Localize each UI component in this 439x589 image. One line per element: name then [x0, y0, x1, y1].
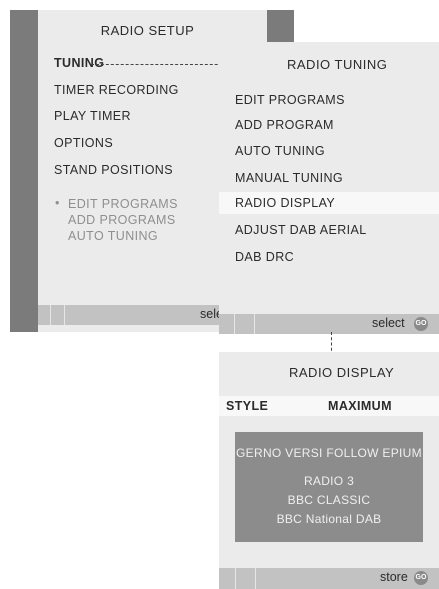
- preview-line-3: BBC CLASSIC: [287, 493, 371, 507]
- radio-tuning-title: RADIO TUNING: [287, 57, 388, 72]
- radio-tuning-select-label[interactable]: select: [372, 316, 405, 330]
- tuning-item-add-program[interactable]: ADD PROGRAM: [235, 118, 334, 132]
- status-divider: [50, 305, 51, 325]
- radio-setup-left-edge: [10, 10, 38, 332]
- radio-display-status-bar: store GO: [219, 568, 439, 589]
- radio-display-panel: RADIO DISPLAY STYLE MAXIMUM GERNO VERSI …: [219, 352, 439, 589]
- status-divider: [64, 305, 65, 325]
- submenu-bullet: •: [55, 196, 60, 210]
- submenu-item-add-programs: ADD PROGRAMS: [68, 213, 176, 227]
- preview-line-1: GERNO VERSI FOLLOW EPIUM: [236, 446, 422, 460]
- tuning-item-auto-tuning[interactable]: AUTO TUNING: [235, 144, 325, 158]
- menu-item-tuning[interactable]: TUNING: [54, 56, 104, 70]
- radio-tuning-panel: RADIO TUNING EDIT PROGRAMS ADD PROGRAM A…: [219, 42, 439, 334]
- submenu-item-edit-programs: EDIT PROGRAMS: [68, 197, 178, 211]
- submenu-item-auto-tuning: AUTO TUNING: [68, 229, 159, 243]
- tuning-item-adjust-dab-aerial[interactable]: ADJUST DAB AERIAL: [235, 223, 367, 237]
- go-icon[interactable]: GO: [414, 571, 428, 585]
- status-divider: [235, 568, 236, 589]
- style-value[interactable]: MAXIMUM: [328, 399, 392, 413]
- radio-display-title: RADIO DISPLAY: [289, 365, 395, 380]
- radio-display-preview: GERNO VERSI FOLLOW EPIUM RADIO 3 BBC CLA…: [235, 432, 423, 542]
- status-divider: [255, 568, 256, 589]
- status-divider: [254, 314, 255, 334]
- radio-tuning-status-bar: select GO: [219, 314, 439, 334]
- style-label: STYLE: [226, 399, 269, 413]
- status-divider: [234, 314, 235, 334]
- radio-display-store-label[interactable]: store: [380, 570, 408, 584]
- tuning-item-edit-programs[interactable]: EDIT PROGRAMS: [235, 93, 345, 107]
- tuning-item-radio-display[interactable]: RADIO DISPLAY: [235, 196, 335, 210]
- menu-item-timer-recording[interactable]: TIMER RECORDING: [54, 83, 179, 97]
- tuning-item-dab-drc[interactable]: DAB DRC: [235, 250, 294, 264]
- radio-setup-title: RADIO SETUP: [100, 23, 195, 38]
- tuning-item-manual-tuning[interactable]: MANUAL TUNING: [235, 171, 343, 185]
- preview-line-4: BBC National DAB: [276, 512, 382, 526]
- preview-line-2: RADIO 3: [303, 474, 355, 488]
- menu-item-play-timer[interactable]: PLAY TIMER: [54, 109, 131, 123]
- menu-item-stand-positions[interactable]: STAND POSITIONS: [54, 163, 173, 177]
- go-icon[interactable]: GO: [414, 317, 428, 331]
- menu-item-options[interactable]: OPTIONS: [54, 136, 113, 150]
